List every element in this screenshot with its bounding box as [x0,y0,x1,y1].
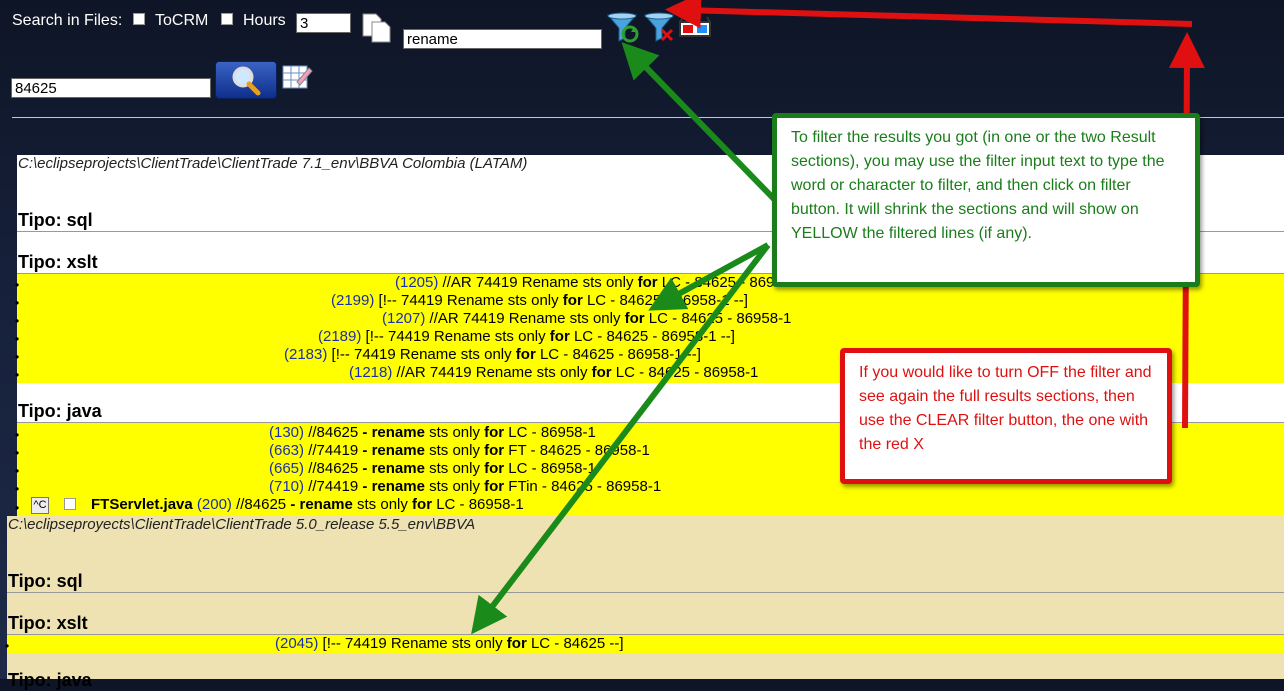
red-arrow-to-clear-button [665,0,1193,29]
green-arrow-to-section2 [471,243,771,635]
green-arrow-to-section1 [648,242,770,311]
annotation-arrows [471,0,1205,635]
clear-filter-help-callout: If you would like to turn OFF the filter… [840,348,1172,484]
green-arrow-to-filter-button [621,42,778,203]
filter-help-callout: To filter the results you got (in one or… [772,113,1200,287]
